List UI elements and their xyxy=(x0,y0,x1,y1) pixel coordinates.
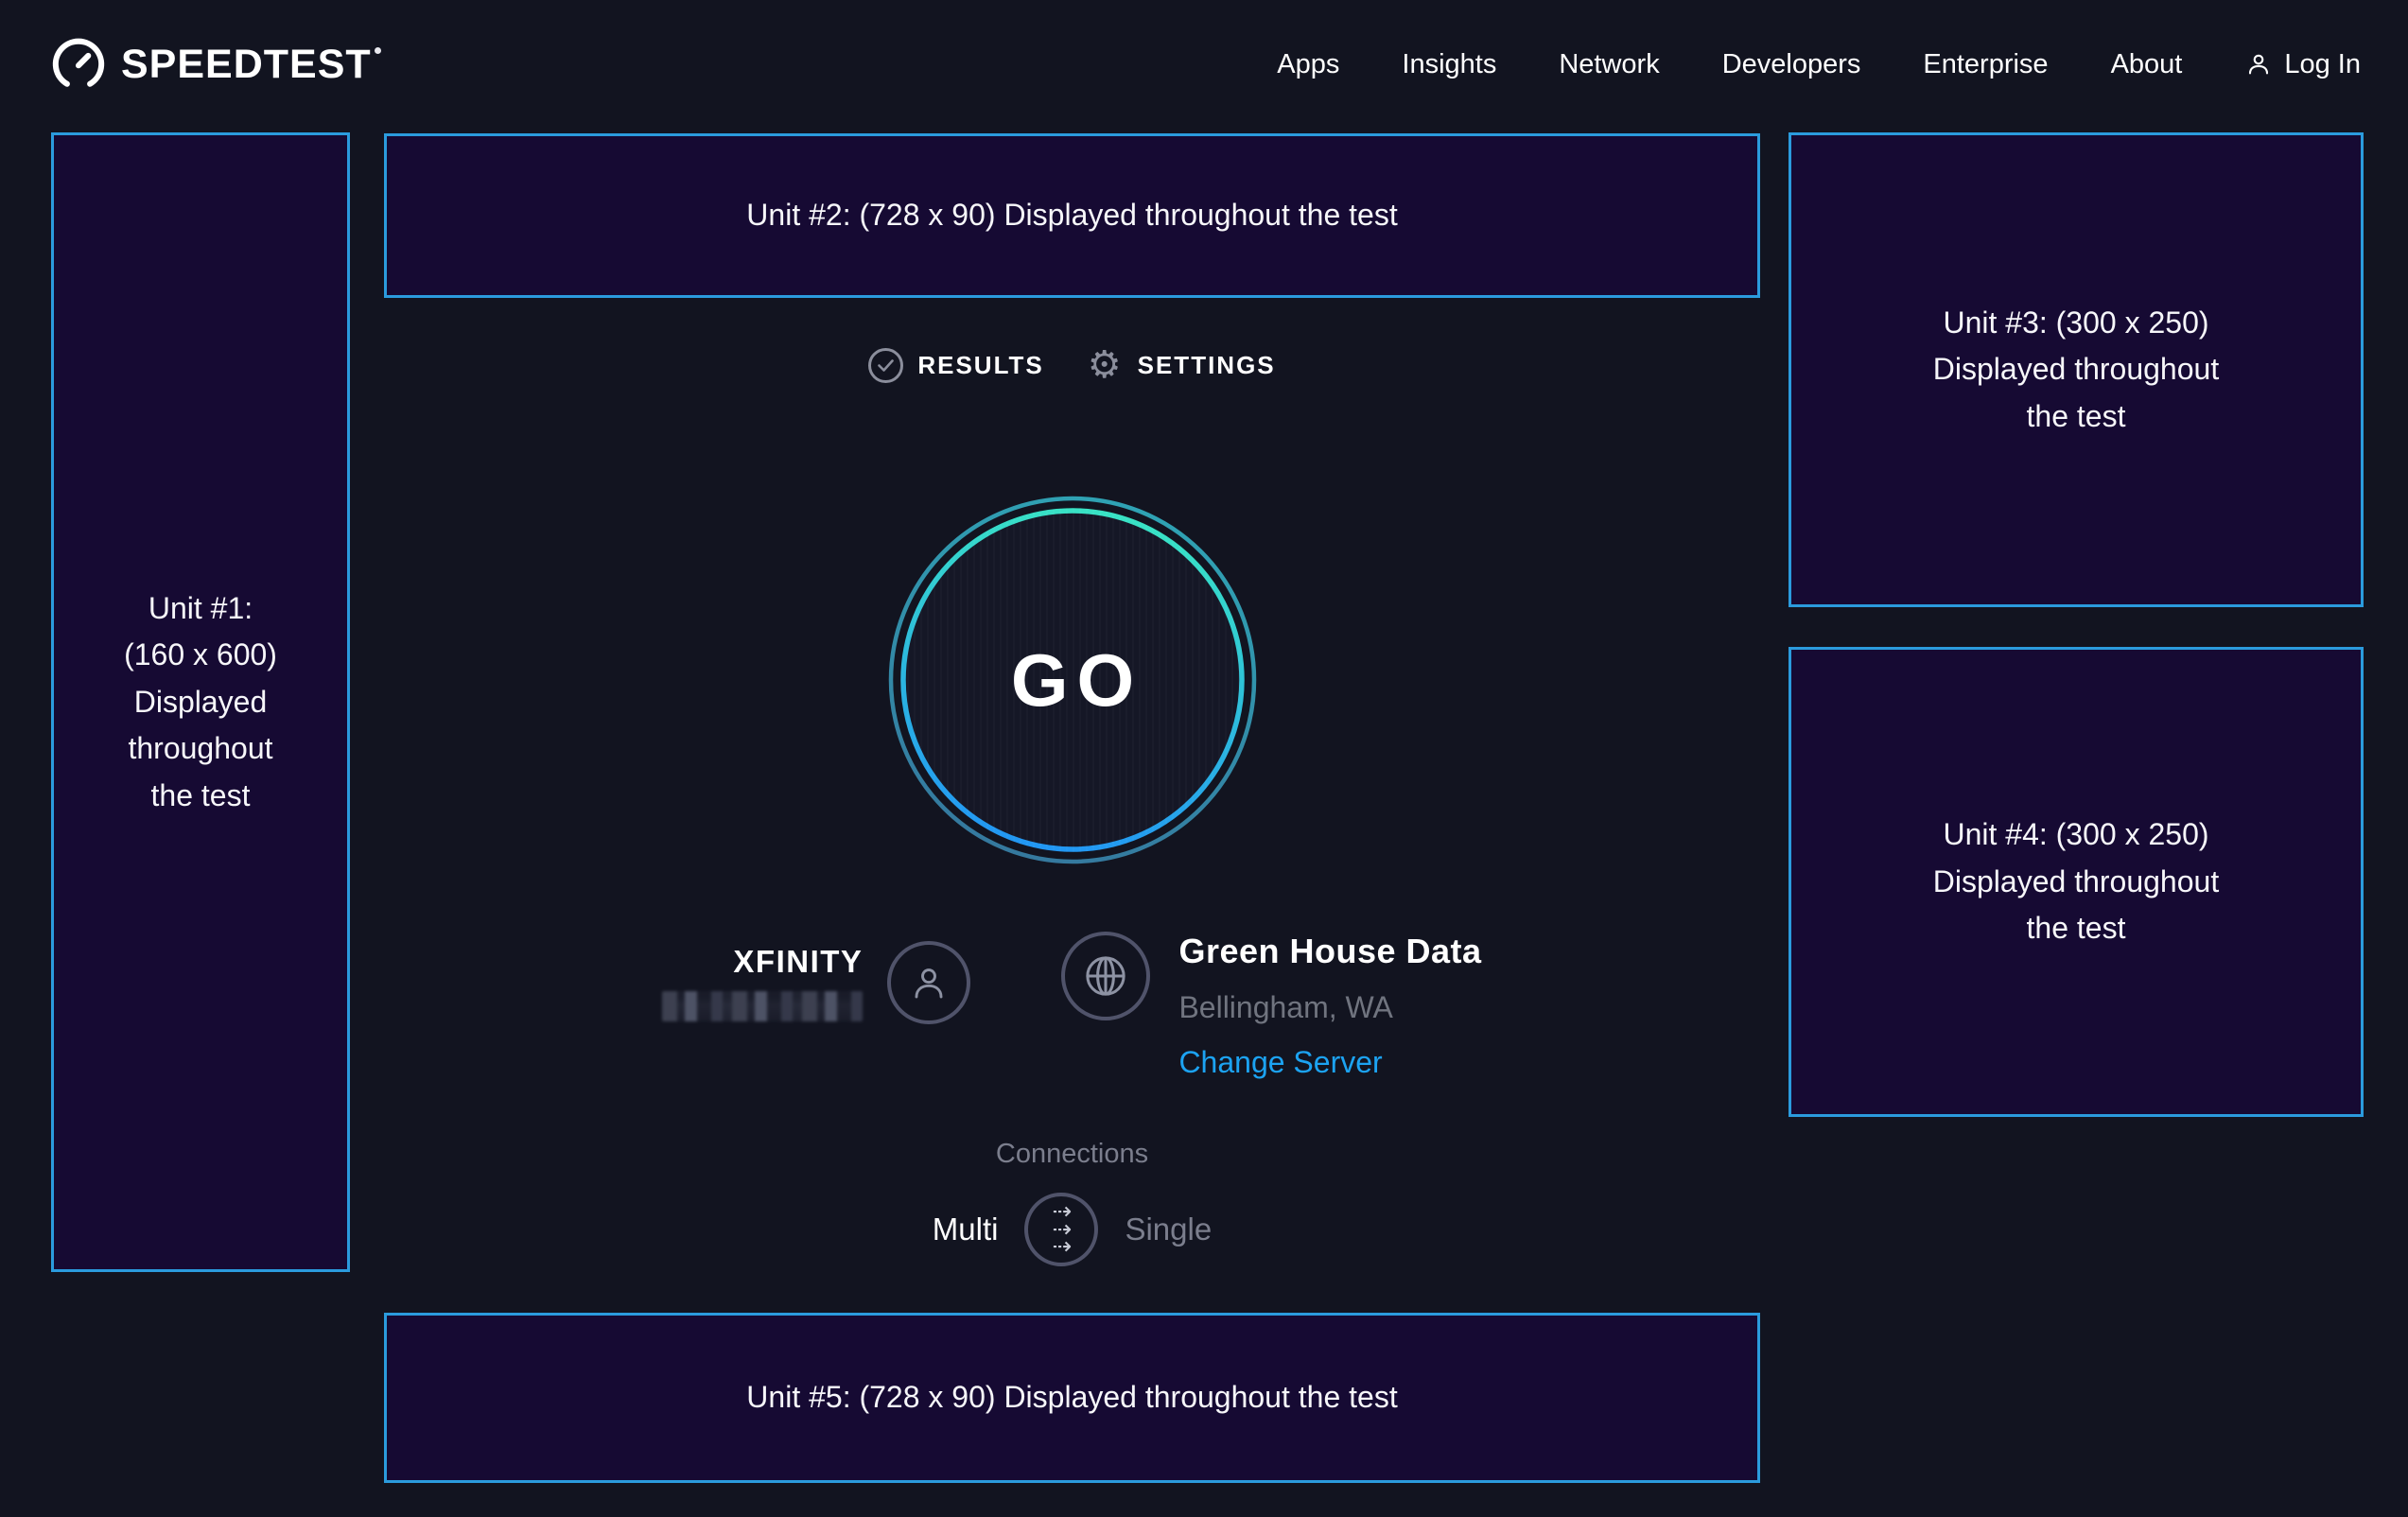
multi-label[interactable]: Multi xyxy=(933,1212,999,1247)
speedtest-logo[interactable]: SPEEDTEST xyxy=(51,37,381,92)
single-label[interactable]: Single xyxy=(1125,1212,1212,1247)
connections-toggle-row: Multi ⇢ ⇢ ⇢ Single xyxy=(933,1193,1212,1266)
server-location: Bellingham, WA xyxy=(1178,990,1392,1025)
nav-item-network[interactable]: Network xyxy=(1559,49,1659,80)
ad-unit-4: Unit #4: (300 x 250) Displayed throughou… xyxy=(1789,647,2364,1117)
nav-item-enterprise[interactable]: Enterprise xyxy=(1923,49,2048,80)
tab-bar: RESULTS ⚙ SETTINGS xyxy=(868,345,1275,385)
masked-ip xyxy=(662,991,863,1021)
isp-name: XFINITY xyxy=(733,944,863,980)
ad-unit-3: Unit #3: (300 x 250) Displayed throughou… xyxy=(1789,132,2364,607)
login-button[interactable]: Log In xyxy=(2244,49,2361,80)
tab-settings[interactable]: ⚙ SETTINGS xyxy=(1088,346,1276,384)
main-content: Unit #1: (160 x 600) Displayed throughou… xyxy=(0,129,2408,1483)
gear-icon: ⚙ xyxy=(1088,346,1124,384)
ad-text: Unit #1: (160 x 600) Displayed throughou… xyxy=(124,585,277,820)
connections-label: Connections xyxy=(996,1139,1148,1170)
globe-icon xyxy=(1061,932,1150,1020)
user-icon xyxy=(2244,50,2273,78)
app-header: SPEEDTEST Apps Insights Network Develope… xyxy=(0,0,2408,129)
nav-item-insights[interactable]: Insights xyxy=(1402,49,1496,80)
ad-text: Unit #3: (300 x 250) Displayed throughou… xyxy=(1933,300,2219,441)
left-ad-column: Unit #1: (160 x 600) Displayed throughou… xyxy=(51,131,350,1272)
server-name: Green House Data xyxy=(1178,932,1481,971)
ad-text: Unit #4: (300 x 250) Displayed throughou… xyxy=(1933,811,2219,952)
tab-results[interactable]: RESULTS xyxy=(868,348,1043,383)
ad-text: Unit #2: (728 x 90) Displayed throughout… xyxy=(746,192,1397,239)
dashed-arrow-icon: ⇢ xyxy=(1052,1238,1071,1256)
server-section: Green House Data Bellingham, WA Change S… xyxy=(1178,932,1481,1080)
speedometer-icon xyxy=(51,37,106,92)
go-label: GO xyxy=(887,495,1258,865)
center-column: Unit #2: (728 x 90) Displayed throughout… xyxy=(384,131,1760,1483)
trademark-dot xyxy=(375,47,381,54)
check-circle-icon xyxy=(868,348,903,383)
isp-section: XFINITY xyxy=(662,941,970,1024)
ad-unit-1: Unit #1: (160 x 600) Displayed throughou… xyxy=(51,132,350,1272)
nav-item-about[interactable]: About xyxy=(2111,49,2183,80)
connections-toggle[interactable]: ⇢ ⇢ ⇢ xyxy=(1024,1193,1098,1266)
ad-unit-2: Unit #2: (728 x 90) Displayed throughout… xyxy=(384,133,1760,298)
logo-text: SPEEDTEST xyxy=(121,42,381,88)
change-server-link[interactable]: Change Server xyxy=(1178,1045,1382,1080)
person-icon xyxy=(887,941,970,1024)
ad-unit-5: Unit #5: (728 x 90) Displayed throughout… xyxy=(384,1313,1760,1483)
ad-text: Unit #5: (728 x 90) Displayed throughout… xyxy=(746,1374,1397,1421)
right-ad-column: Unit #3: (300 x 250) Displayed throughou… xyxy=(1789,131,2364,1117)
connection-info-row: XFINITY Green xyxy=(662,932,1481,1080)
nav-item-apps[interactable]: Apps xyxy=(1277,49,1339,80)
main-nav: Apps Insights Network Developers Enterpr… xyxy=(1277,49,2361,80)
go-button[interactable]: GO xyxy=(887,495,1258,865)
nav-item-developers[interactable]: Developers xyxy=(1722,49,1861,80)
